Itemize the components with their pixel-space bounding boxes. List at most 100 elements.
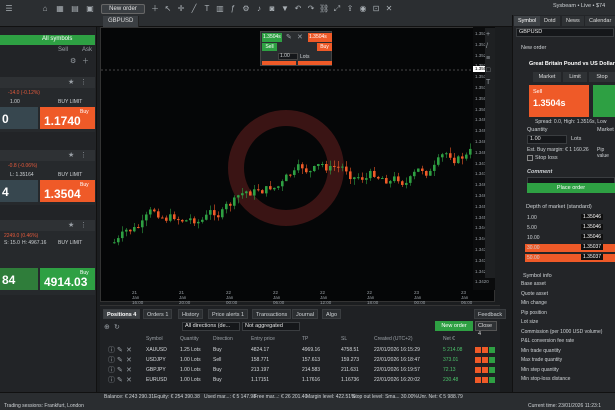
depth-row[interactable]: 30.00 1.35037 xyxy=(525,244,615,252)
info-icon[interactable]: ⓘ xyxy=(108,346,115,355)
sell-button[interactable]: 4 xyxy=(0,180,38,202)
positions-new-order-button[interactable]: New order xyxy=(435,321,473,331)
buy-button[interactable]: Buy 1.1740 xyxy=(40,107,95,129)
direction-filter[interactable]: All directions (de... xyxy=(182,322,240,331)
chart-tab-gbpusd[interactable]: GBPUSD xyxy=(103,16,140,27)
mini-buy-button[interactable]: Buy xyxy=(317,43,332,51)
tab-price-alerts[interactable]: Price alerts 1 xyxy=(208,309,249,319)
card-mode[interactable]: BUY LIMIT xyxy=(58,99,82,105)
crosshair-icon[interactable]: ✛ xyxy=(176,4,186,14)
table-row[interactable]: ⓘ ✎ ✕ USDJPY 1.00 Lots Sell 158.771 157.613 159.… xyxy=(100,356,500,365)
price-chart[interactable] xyxy=(100,27,495,302)
close-icon[interactable]: ✕ xyxy=(297,33,303,42)
home-icon[interactable]: ⌂ xyxy=(40,4,50,14)
trash-icon[interactable]: ✕ xyxy=(384,4,394,14)
more-icon[interactable]: ⋮ xyxy=(80,221,87,230)
tab-journal[interactable]: Journal xyxy=(292,309,319,319)
tab-orders[interactable]: Orders 1 xyxy=(143,309,173,319)
col-entry-price[interactable]: Entry price xyxy=(251,336,275,342)
symbol-card[interactable]: ★ ⋮ -0.8 (-0.06%) L: 1.35164 BUY LIMIT 4… xyxy=(0,150,95,205)
buy-button[interactable]: Buy 4914.03 xyxy=(40,268,95,290)
tab-positions[interactable]: Positions 4 xyxy=(103,309,141,319)
reverse-button[interactable] xyxy=(475,377,481,383)
col-net[interactable]: Net € xyxy=(443,336,455,342)
info-icon[interactable]: ⓘ xyxy=(108,356,115,365)
depth-row[interactable]: 5.00 1.35046 xyxy=(525,224,615,232)
table-row[interactable]: ⓘ ✎ ✕ XAUUSD 1.25 Lots Buy 4824.17 4969.16 4758.… xyxy=(100,346,500,355)
edit-icon[interactable]: ✎ xyxy=(117,346,123,355)
expand-icon[interactable]: ⤢ xyxy=(332,4,342,14)
pencil-icon[interactable]: ✎ xyxy=(286,33,292,42)
reverse-button[interactable] xyxy=(475,367,481,373)
sell-button[interactable]: 84 xyxy=(0,268,38,290)
cursor-icon[interactable]: ↖ xyxy=(163,4,173,14)
buy-button[interactable]: Buy 1.3504 xyxy=(40,180,95,202)
table-row[interactable]: ⓘ ✎ ✕ GBPJPY 1.00 Lots Buy 213.197 214.583 211.6… xyxy=(100,366,500,375)
text-icon[interactable]: T xyxy=(202,4,212,14)
zoom-in-icon[interactable]: ＋ xyxy=(150,4,160,14)
plus-icon[interactable]: ＋ xyxy=(82,57,89,66)
symbol-card[interactable]: ★ ⋮ 2249.0 (0.46%) S: 15.0 H: 4967.16 BU… xyxy=(0,220,95,295)
more-icon[interactable]: ⋮ xyxy=(80,78,87,87)
close-icon[interactable]: ✕ xyxy=(126,366,132,375)
limit-tab[interactable]: Limit xyxy=(563,72,587,82)
pin-icon[interactable]: ⊕ xyxy=(104,323,110,332)
tab-calendar[interactable]: Calendar xyxy=(585,16,615,26)
quantity-input[interactable]: 1.00 xyxy=(527,135,567,144)
col-tp[interactable]: TP xyxy=(302,336,308,342)
aggregation-filter[interactable]: Not aggregated xyxy=(242,322,300,331)
lock-icon[interactable]: ⊡ xyxy=(371,4,381,14)
edit-icon[interactable]: ✎ xyxy=(117,366,123,375)
settings-icon[interactable]: ⚙ xyxy=(241,4,251,14)
undo-icon[interactable]: ↶ xyxy=(293,4,303,14)
mini-qty-input[interactable]: 1.00 xyxy=(278,53,298,60)
reverse-button[interactable] xyxy=(475,347,481,353)
sell-button[interactable]: 0 xyxy=(0,107,38,129)
indicator-icon[interactable]: ƒ xyxy=(228,4,238,14)
col-direction[interactable]: Direction xyxy=(213,336,233,342)
camera-icon[interactable]: ◙ xyxy=(267,4,277,14)
bell-icon[interactable]: ♪ xyxy=(254,4,264,14)
new-order-button[interactable]: New order xyxy=(101,4,145,14)
link-icon[interactable]: ⛓ xyxy=(319,4,329,14)
star-icon[interactable]: ★ xyxy=(68,78,74,87)
double-button[interactable] xyxy=(489,357,495,363)
crosshair-icon[interactable]: + xyxy=(486,30,490,39)
grid-icon[interactable]: ▦ xyxy=(55,4,65,14)
tab-history[interactable]: History xyxy=(178,309,204,319)
sell-order-button[interactable]: Sell 1.3504s xyxy=(529,85,589,117)
user-status[interactable]: Sysbeam • Live • $74 xyxy=(553,3,605,9)
card-mode[interactable]: BUY LIMIT xyxy=(58,172,82,178)
market-tab[interactable]: Market xyxy=(533,72,561,82)
fib-icon[interactable]: ≡ xyxy=(486,54,490,63)
depth-row[interactable]: 50.00 1.35037 xyxy=(525,254,615,262)
close-icon[interactable]: ✕ xyxy=(126,356,132,365)
tab-news[interactable]: News xyxy=(562,16,584,26)
symbol-card[interactable]: ★ ⋮ -14.0 (-0.12%) 1.00 BUY LIMIT 0 Buy … xyxy=(0,77,95,132)
depth-row[interactable]: 1.00 1.35046 xyxy=(525,214,615,222)
double-button[interactable] xyxy=(489,347,495,353)
col-quantity[interactable]: Quantity xyxy=(180,336,199,342)
close-button[interactable] xyxy=(482,367,488,373)
tab-symbol[interactable]: Symbol xyxy=(514,16,541,26)
symbol-select[interactable]: GBPUSD xyxy=(516,28,614,37)
table-row[interactable]: ⓘ ✎ ✕ EURUSD 1.00 Lots Buy 1.17151 1.17616 1.167… xyxy=(100,376,500,385)
stop-tab[interactable]: Stop xyxy=(589,72,615,82)
layout-icon[interactable]: ▤ xyxy=(70,4,80,14)
tab-dotd[interactable]: Dotd xyxy=(540,16,560,26)
star-icon[interactable]: ★ xyxy=(68,221,74,230)
menu-icon[interactable]: ☰ xyxy=(4,4,14,14)
buy-order-button[interactable] xyxy=(593,85,615,117)
close-button[interactable] xyxy=(482,347,488,353)
eye-icon[interactable]: ◉ xyxy=(358,4,368,14)
tab-transactions[interactable]: Transactions xyxy=(252,309,292,319)
more-icon[interactable]: ⋮ xyxy=(80,151,87,160)
share-icon[interactable]: ⇪ xyxy=(345,4,355,14)
col-symbol[interactable]: Symbol xyxy=(146,336,163,342)
shape-icon[interactable]: □ xyxy=(486,66,490,75)
refresh-icon[interactable]: ↻ xyxy=(114,323,120,332)
close-icon[interactable]: ✕ xyxy=(126,346,132,355)
close-button[interactable] xyxy=(482,357,488,363)
edit-icon[interactable]: ✎ xyxy=(117,356,123,365)
window-icon[interactable]: ▣ xyxy=(85,4,95,14)
